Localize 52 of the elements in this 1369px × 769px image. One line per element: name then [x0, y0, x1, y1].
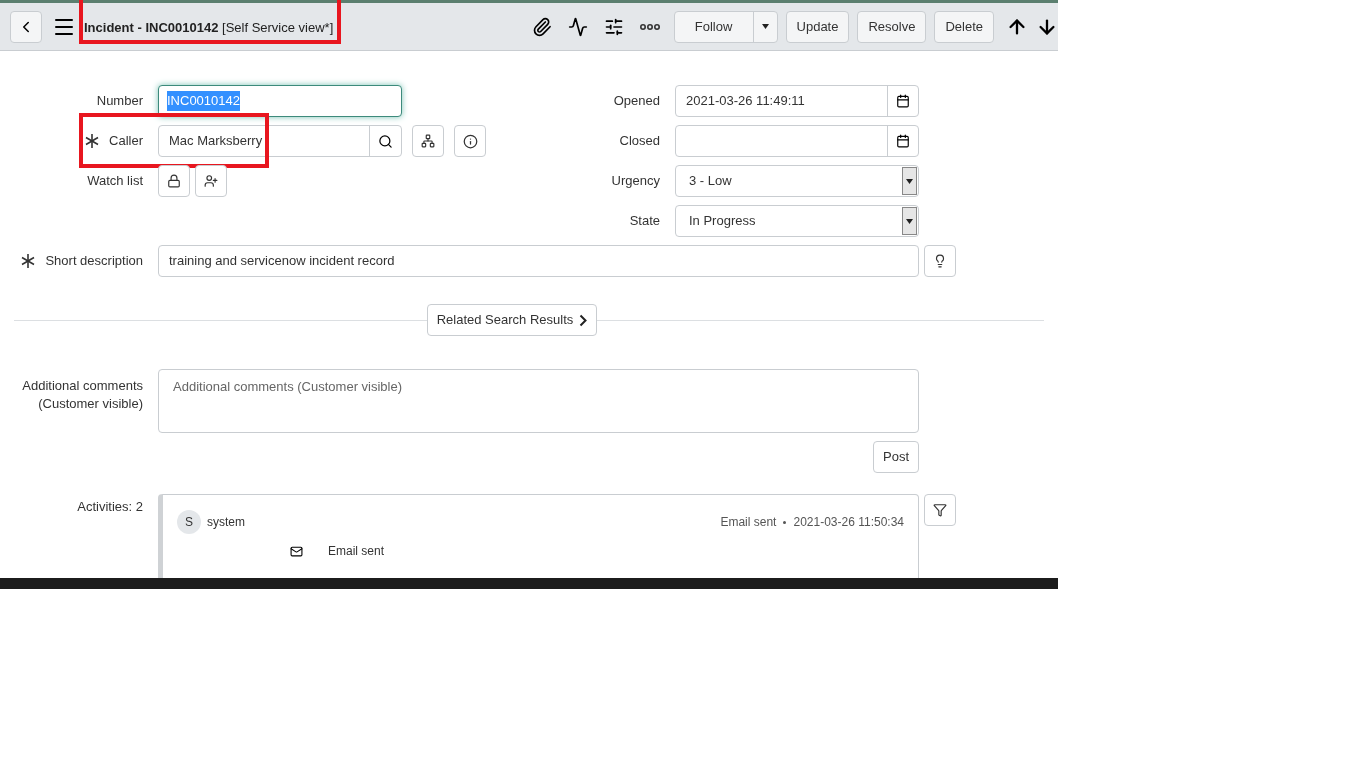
- field-label: Closed: [619, 132, 660, 151]
- select-field[interactable]: In Progress: [675, 205, 919, 237]
- activity-detail: Email sent: [328, 543, 385, 560]
- activity-time: 2021-03-26 11:50:34: [793, 514, 904, 531]
- short-description-field[interactable]: training and servicenow incident record: [158, 245, 919, 277]
- dropdown-icon[interactable]: [761, 24, 769, 29]
- lock-button[interactable]: [158, 165, 190, 197]
- add-user-icon: [204, 174, 218, 188]
- separator-dot: [783, 520, 787, 524]
- post-button[interactable]: Post: [873, 441, 919, 473]
- field-label: Opened: [613, 92, 660, 111]
- chevron-right-icon: [579, 313, 588, 327]
- mail-icon: [290, 544, 303, 558]
- date-field[interactable]: [675, 125, 919, 157]
- add-user-button[interactable]: [195, 165, 227, 197]
- date-field[interactable]: 2021-03-26 11:49:11: [675, 85, 919, 117]
- field-label: Urgency: [611, 172, 660, 191]
- author-name: system: [207, 514, 245, 531]
- attachment-icon[interactable]: [531, 16, 552, 37]
- dropdown-icon[interactable]: [906, 178, 913, 184]
- field-label: Number: [96, 92, 143, 111]
- field-label: Short description: [45, 252, 143, 271]
- header-button[interactable]: Update: [785, 10, 850, 43]
- related-search-button[interactable]: Related Search Results: [426, 304, 598, 336]
- record-title: Incident - INC0010142 [Self Service view*]: [84, 19, 334, 35]
- lightbulb-button[interactable]: [924, 245, 956, 277]
- header-button[interactable]: Delete: [934, 10, 994, 43]
- caller-field[interactable]: Mac Marksberry: [158, 125, 402, 157]
- dropdown-button[interactable]: [902, 167, 917, 195]
- info-icon: [462, 133, 478, 149]
- field-label: Caller: [109, 132, 143, 151]
- more-icon[interactable]: [639, 23, 660, 30]
- hierarchy-button[interactable]: [412, 125, 444, 157]
- dropdown-icon[interactable]: [906, 218, 913, 224]
- settings-icon[interactable]: [603, 16, 624, 37]
- hierarchy-icon: [421, 134, 435, 148]
- dropdown-button[interactable]: [902, 207, 917, 235]
- field-label: Watch list: [87, 172, 143, 191]
- filter-button[interactable]: [924, 494, 956, 526]
- field-label: Activities: 2: [77, 499, 143, 514]
- filter-icon: [933, 503, 947, 517]
- info-button[interactable]: [454, 125, 486, 157]
- field-label: Additional comments (Customer visible): [21, 377, 143, 413]
- header-button[interactable]: Resolve: [857, 10, 927, 43]
- comments-field[interactable]: Additional comments (Customer visible): [158, 369, 919, 433]
- field-label: State: [629, 212, 660, 231]
- activity-icon[interactable]: [567, 16, 588, 37]
- lightbulb-icon: [933, 254, 947, 268]
- avatar: S: [177, 510, 201, 534]
- select-field[interactable]: 3 - Low: [675, 165, 919, 197]
- lock-icon: [167, 174, 181, 188]
- activity-type: Email sent: [720, 514, 777, 531]
